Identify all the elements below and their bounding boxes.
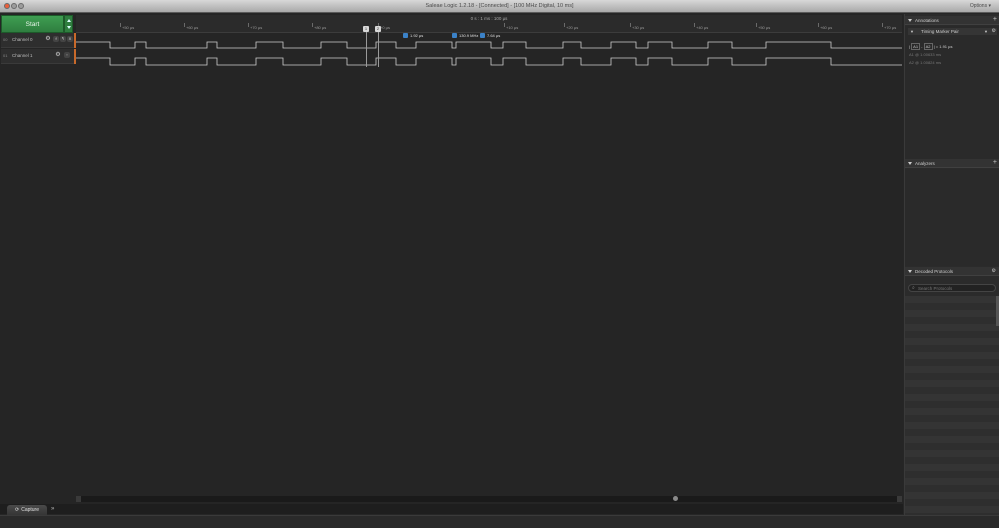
analyzers-header[interactable]: Analyzers + (905, 159, 999, 168)
frequency-measurement: 130.9 MHz (452, 33, 478, 39)
status-bar (0, 515, 999, 528)
bottom-tab-bar (0, 504, 903, 514)
ruler-tick: +60 µs (183, 23, 199, 30)
analyzers-body (905, 169, 999, 266)
ruler-center-label: 0 s : 1 ms : 100 µs (470, 16, 508, 21)
capture-tab[interactable]: ⟳ Capture (7, 505, 47, 515)
width-measurement: 1.92 µs (403, 33, 423, 39)
title-bar: Saleae Logic 1.2.18 - [Connected] - [100… (0, 0, 999, 13)
decoded-protocols-list[interactable] (905, 296, 999, 515)
capture-icon: ⟳ (15, 507, 20, 513)
arrow-down-icon (67, 26, 71, 29)
timing-marker-1-line (366, 32, 367, 67)
ruler-tick: +70 µs (247, 23, 263, 30)
scroll-right-button[interactable] (897, 496, 902, 502)
search-input[interactable] (918, 286, 994, 291)
scroll-left-button[interactable] (76, 496, 81, 502)
edge-trigger-button[interactable]: ↰ (60, 36, 66, 42)
channel-0-label[interactable]: 00 Channel 0 ⚙ f ↰ X (1, 33, 76, 48)
marker-pair-difference: | A1 - A2 | = 1.91 µs (909, 43, 953, 50)
ruler-tick: +20 µs (563, 23, 579, 30)
scroll-thumb[interactable] (673, 496, 678, 501)
window-title: Saleae Logic 1.2.18 - [Connected] - [100… (425, 3, 574, 9)
funnel-icon: ▼ (910, 29, 914, 34)
ruler-tick: +80 µs (311, 23, 327, 30)
ruler-tick: +50 µs (755, 23, 771, 30)
timing-marker-pair-label: Timing Marker Pair (921, 29, 959, 34)
analyzers-title: Analyzers (915, 161, 935, 166)
gear-icon[interactable]: ⚙ (992, 268, 996, 274)
marker-a2-row: A2 @ 1.00824 ms (909, 60, 942, 65)
channel-number: 00 (3, 37, 8, 42)
capture-tab-label: Capture (21, 507, 39, 513)
ruler-tick: +40 µs (693, 23, 709, 30)
add-analyzer-button[interactable]: + (993, 159, 997, 166)
width-icon (403, 33, 408, 39)
search-icon: ⌕ (912, 285, 915, 291)
period-measurement: 7.64 µs (480, 33, 500, 39)
annotations-header[interactable]: Annotations + (905, 16, 999, 25)
trigger-button[interactable]: f (53, 36, 59, 42)
ruler-tick: +0 µs (378, 23, 390, 30)
channel-0-waveform (76, 41, 902, 49)
ruler-tick: +30 µs (629, 23, 645, 30)
frequency-icon (452, 33, 457, 39)
decoded-protocols-title: Decoded Protocols (915, 269, 954, 274)
annotations-title: Annotations (915, 18, 939, 23)
gear-icon[interactable]: ⚙ (992, 28, 996, 34)
marker-a2-select[interactable]: A2 (923, 43, 933, 50)
add-annotation-button[interactable]: + (993, 16, 997, 23)
chevron-right-icon[interactable]: » (51, 506, 54, 512)
arrow-up-icon (67, 19, 71, 22)
gear-icon[interactable]: ⚙ (45, 36, 51, 42)
collapse-triangle-icon[interactable] (908, 162, 912, 165)
capture-settings-stepper[interactable] (64, 15, 73, 33)
search-protocols[interactable]: ⌕ (908, 284, 996, 292)
marker-a1-select[interactable]: A1 (911, 43, 921, 50)
ruler-tick: +10 µs (503, 23, 519, 30)
collapse-triangle-icon[interactable] (908, 19, 912, 22)
clear-trigger-button[interactable]: X (67, 36, 73, 42)
period-icon (480, 33, 485, 39)
time-ruler[interactable]: 0 s : 1 ms : 100 µs +50 µs +60 µs +70 µs… (76, 15, 902, 33)
channel-1-waveform (76, 57, 902, 66)
ruler-tick: +50 µs (119, 23, 135, 30)
ruler-tick: +70 µs (881, 23, 897, 30)
options-menu[interactable]: Options ▾ (970, 3, 991, 9)
channel-name[interactable]: Channel 1 (12, 53, 33, 58)
gear-icon[interactable]: ⚙ (55, 52, 61, 58)
annotations-body: ▼ Timing Marker Pair ▼ ⚙ | A1 - A2 | = 1… (905, 26, 999, 160)
marker-a1-row: A1 @ 1.00633 ms (909, 52, 942, 57)
timing-marker-2-line (378, 32, 379, 67)
start-button[interactable]: Start (1, 15, 64, 33)
dropdown-icon[interactable]: ▼ (984, 29, 988, 34)
horizontal-scrollbar[interactable] (76, 496, 902, 502)
ruler-tick: +60 µs (817, 23, 833, 30)
right-sidebar: Annotations + ▼ Timing Marker Pair ▼ ⚙ |… (904, 14, 999, 515)
timing-marker-pair-row[interactable]: ▼ Timing Marker Pair ▼ ⚙ (908, 28, 997, 35)
channel-1-label[interactable]: 01 Channel 1 ⚙ ▫ (1, 49, 76, 64)
decoded-protocols-header[interactable]: Decoded Protocols ⚙ (905, 267, 999, 276)
collapse-triangle-icon[interactable] (908, 270, 912, 273)
waveform-workspace (0, 14, 903, 504)
channel-number: 01 (3, 53, 8, 58)
channel-name[interactable]: Channel 0 (12, 37, 33, 42)
trigger-button[interactable]: ▫ (64, 52, 70, 58)
